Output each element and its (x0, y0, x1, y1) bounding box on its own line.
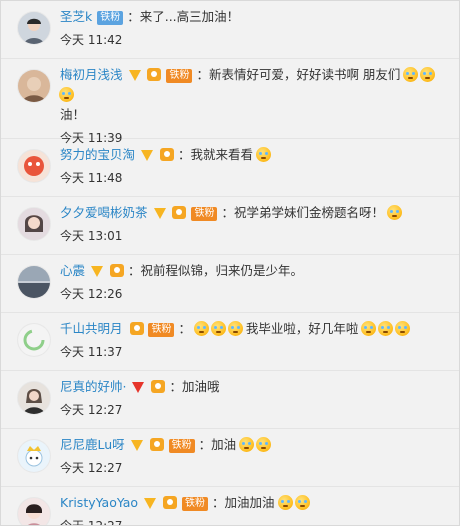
crying-emoji-icon (59, 87, 74, 102)
crying-emoji-icon (294, 495, 310, 510)
crying-emoji-icon (361, 321, 377, 336)
username[interactable]: KristyYaoYao (60, 495, 138, 510)
crying-emoji-icon (256, 437, 272, 452)
username[interactable]: 圣芝k (60, 9, 92, 24)
comment-text: ：加油哦 (169, 379, 220, 394)
vip-v-icon (141, 150, 153, 161)
avatar[interactable] (17, 207, 51, 241)
avatar[interactable] (17, 323, 51, 357)
comment-text-continued: 我毕业啦，好几年啦 (245, 321, 359, 336)
crying-emoji-icon (420, 67, 436, 82)
avatar[interactable] (17, 149, 51, 183)
crying-emoji-icon (227, 321, 243, 336)
fan-level-icon (149, 438, 164, 451)
comment-item: KristyYaoYao 铁粉 ：加油加油 今天 12:27 (1, 487, 459, 526)
avatar[interactable] (17, 265, 51, 299)
timestamp: 今天 12:27 (60, 403, 123, 417)
username[interactable]: 尼尼鹿Lu呀 (60, 437, 125, 452)
fan-level-icon (129, 322, 144, 335)
username[interactable]: 梅初月浅浅 (60, 67, 123, 82)
avatar[interactable] (17, 11, 51, 45)
username[interactable]: 努力的宝贝淘 (60, 147, 135, 162)
comment-item: 梅初月浅浅 铁粉 ：新表情好可爱，好好读书啊 朋友们 油！ 今天 11:39 (1, 59, 459, 145)
avatar[interactable] (17, 497, 51, 525)
crying-emoji-icon (378, 321, 394, 336)
comment-item: 夕夕爱喝彬奶茶 铁粉 ：祝学弟学妹们金榜题名呀！ 今天 13:01 (1, 197, 459, 255)
username[interactable]: 千山共明月 (60, 321, 123, 336)
comment-item: 心震 ：祝前程似锦，归来仍是少年。 今天 12:26 (1, 255, 459, 313)
timestamp: 今天 12:27 (60, 519, 123, 526)
crying-emoji-icon (386, 205, 402, 220)
crying-emoji-icon (403, 67, 419, 82)
vip-v-icon (128, 70, 141, 81)
crying-emoji-icon (239, 437, 255, 452)
fan-level-icon (172, 206, 187, 219)
fan-level-icon (159, 148, 174, 161)
comment-text-continued: 油！ (60, 107, 86, 122)
comment-item: 努力的宝贝淘 ：我就来看看 今天 11:48 (1, 139, 459, 197)
vip-v-icon (132, 382, 145, 393)
comment-list: 圣芝k 铁粉 ：来了...高三加油！ 今天 11:42 梅初月浅浅 铁粉 ：新表… (0, 0, 460, 526)
fan-level-icon (147, 68, 162, 81)
vip-v-icon (130, 440, 143, 451)
username[interactable]: 心震 (60, 263, 85, 278)
fan-tag: 铁粉 (97, 11, 124, 25)
fan-tag: 铁粉 (182, 497, 209, 511)
username[interactable]: 夕夕爱喝彬奶茶 (60, 205, 148, 220)
comment-item: 千山共明月 铁粉 ： 我毕业啦，好几年啦 今天 11:37 (1, 313, 459, 371)
comment-text: ：祝前程似锦，归来仍是少年。 (127, 263, 303, 278)
timestamp: 今天 11:48 (60, 171, 123, 185)
comment-item: 圣芝k 铁粉 ：来了...高三加油！ 今天 11:42 (1, 1, 459, 59)
comment-item: 尼尼鹿Lu呀 铁粉 ：加油 今天 12:27 (1, 429, 459, 487)
crying-emoji-icon (210, 321, 226, 336)
crying-emoji-icon (277, 495, 293, 510)
vip-v-icon (153, 208, 166, 219)
timestamp: 今天 13:01 (60, 229, 123, 243)
comment-text: ：来了...高三加油！ (127, 9, 240, 24)
avatar[interactable] (17, 439, 51, 473)
avatar[interactable] (17, 69, 51, 103)
crying-emoji-icon (395, 321, 411, 336)
timestamp: 今天 12:27 (60, 461, 123, 475)
fan-level-icon (163, 496, 178, 509)
comment-text: ：加油加油 (212, 495, 275, 510)
username[interactable]: 尼真的好帅· (60, 379, 126, 394)
vip-v-icon (144, 498, 157, 509)
timestamp: 今天 11:42 (60, 33, 123, 47)
fan-tag: 铁粉 (191, 207, 218, 221)
fan-level-icon (151, 380, 166, 393)
comment-text: ： (178, 321, 191, 336)
timestamp: 今天 12:26 (60, 287, 123, 301)
comment-text: ：我就来看看 (177, 147, 253, 162)
fan-tag: 铁粉 (168, 439, 195, 453)
comment-text: ：加油 (198, 437, 237, 452)
comment-text: ：新表情好可爱，好好读书啊 朋友们 (196, 67, 401, 82)
avatar[interactable] (17, 381, 51, 415)
vip-v-icon (91, 266, 103, 277)
timestamp: 今天 11:37 (60, 345, 123, 359)
crying-emoji-icon (193, 321, 209, 336)
fan-tag: 铁粉 (166, 69, 193, 83)
fan-level-icon (109, 264, 124, 277)
fan-tag: 铁粉 (148, 323, 175, 337)
crying-emoji-icon (255, 147, 271, 162)
comment-text: ：祝学弟学妹们金榜题名呀！ (221, 205, 384, 220)
comment-item: 尼真的好帅· ：加油哦 今天 12:27 (1, 371, 459, 429)
